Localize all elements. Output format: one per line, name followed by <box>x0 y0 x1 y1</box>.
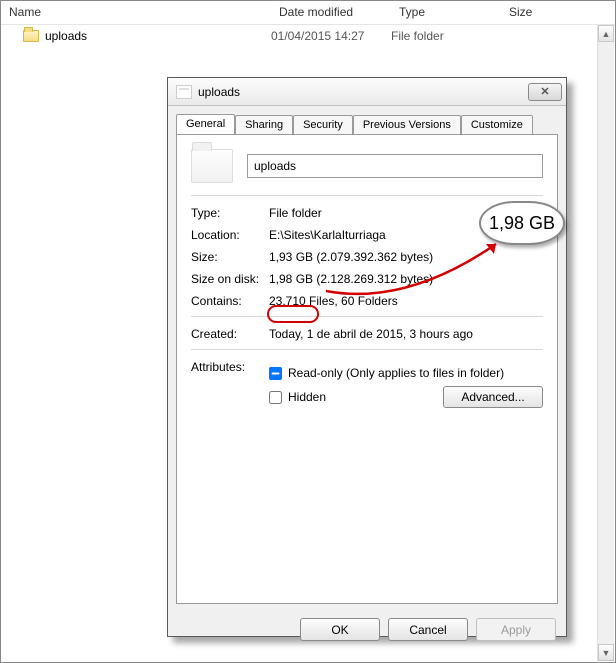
value-size: 1,93 GB (2.079.392.362 bytes) <box>269 250 543 264</box>
apply-button[interactable]: Apply <box>476 618 556 641</box>
column-date-modified[interactable]: Date modified <box>271 1 391 24</box>
value-created: Today, 1 de abril de 2015, 3 hours ago <box>269 327 543 341</box>
properties-dialog: uploads ✕ General Sharing Security Previ… <box>167 77 567 637</box>
tab-strip: General Sharing Security Previous Versio… <box>168 106 566 134</box>
advanced-button[interactable]: Advanced... <box>443 386 543 408</box>
tab-customize[interactable]: Customize <box>461 115 533 135</box>
value-type: File folder <box>269 206 543 220</box>
label-attributes: Attributes: <box>191 360 269 414</box>
size-on-disk-gb: 1,98 GB <box>269 272 313 286</box>
label-readonly: Read-only (Only applies to files in fold… <box>288 366 504 380</box>
label-size-on-disk: Size on disk: <box>191 272 269 286</box>
item-name: uploads <box>45 29 87 43</box>
column-name[interactable]: Name <box>1 1 271 24</box>
dialog-buttons: OK Cancel Apply <box>168 612 566 641</box>
folder-icon <box>191 149 233 183</box>
tab-general[interactable]: General <box>176 114 235 134</box>
tab-security[interactable]: Security <box>293 115 353 135</box>
dialog-titlebar[interactable]: uploads ✕ <box>168 78 566 106</box>
dialog-title: uploads <box>198 85 240 99</box>
value-contains: 23.710 Files, 60 Folders <box>269 294 543 308</box>
size-on-disk-bytes: (2.128.269.312 bytes) <box>313 272 433 286</box>
label-hidden: Hidden <box>288 390 437 404</box>
label-location: Location: <box>191 228 269 242</box>
checkbox-readonly[interactable] <box>269 367 282 380</box>
label-created: Created: <box>191 327 269 341</box>
item-type: File folder <box>391 29 501 43</box>
value-location: E:\Sites\KarlaIturriaga <box>269 228 543 242</box>
column-type[interactable]: Type <box>391 1 501 24</box>
column-headers: Name Date modified Type Size <box>1 1 615 25</box>
label-contains: Contains: <box>191 294 269 308</box>
cancel-button[interactable]: Cancel <box>388 618 468 641</box>
list-item[interactable]: uploads 01/04/2015 14:27 File folder <box>1 25 615 47</box>
label-size: Size: <box>191 250 269 264</box>
explorer-window: Name Date modified Type Size uploads 01/… <box>0 0 616 663</box>
vertical-scrollbar[interactable]: ▲ ▼ <box>597 25 614 661</box>
tab-sharing[interactable]: Sharing <box>235 115 293 135</box>
tab-previous-versions[interactable]: Previous Versions <box>353 115 461 135</box>
item-date: 01/04/2015 14:27 <box>271 29 391 43</box>
folder-icon <box>23 30 39 42</box>
close-button[interactable]: ✕ <box>528 83 562 101</box>
folder-icon <box>176 85 192 99</box>
folder-name-input[interactable] <box>247 154 543 178</box>
column-size[interactable]: Size <box>501 1 615 24</box>
checkbox-hidden[interactable] <box>269 391 282 404</box>
scroll-down-icon[interactable]: ▼ <box>598 644 614 661</box>
value-size-on-disk: 1,98 GB (2.128.269.312 bytes) <box>269 272 543 286</box>
tab-panel-general: Type: File folder Location: E:\Sites\Kar… <box>176 134 558 604</box>
ok-button[interactable]: OK <box>300 618 380 641</box>
scroll-up-icon[interactable]: ▲ <box>598 25 614 42</box>
label-type: Type: <box>191 206 269 220</box>
